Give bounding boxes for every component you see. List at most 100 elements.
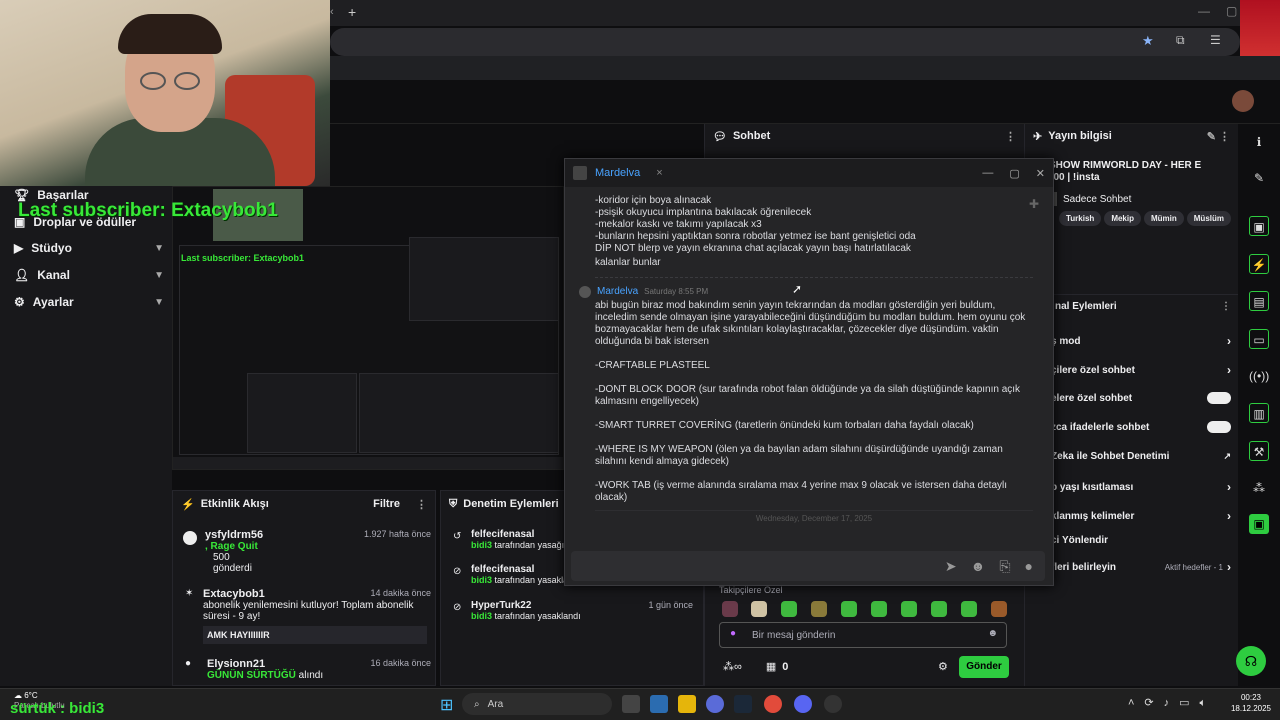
message-line: DİP NOT blerp ve yayın ekranına chat açı…	[595, 243, 911, 254]
stream-preview[interactable]: Last subscriber: Extacybob1	[172, 186, 564, 470]
help-headset-icon[interactable]: ☊	[1236, 646, 1266, 676]
attachment-icon[interactable]: ⎘	[999, 558, 1010, 575]
undo-icon: ↺	[453, 531, 462, 542]
window-restore-icon[interactable]: ▢	[1226, 4, 1237, 18]
chrome-icon[interactable]	[764, 695, 782, 713]
nav-studio[interactable]: ▶ Stüdyo ▼	[14, 237, 164, 259]
address-bar[interactable]: ★ ⧉ ☰	[330, 28, 1240, 56]
more-options-icon[interactable]: ⋮	[1221, 301, 1231, 312]
emoji-icon[interactable]: ☻	[987, 628, 998, 639]
points-icon[interactable]: ⁂∞	[723, 660, 742, 673]
channel-action-row[interactable]: fleri belirleyin Aktif hedefler - 1 ›	[1051, 560, 1231, 574]
window-minimize-icon[interactable]: —	[982, 167, 993, 179]
window-maximize-icon[interactable]: ▢	[1009, 167, 1019, 180]
list-item[interactable]: Elysionn21 16 dakika önce GÜNÜN SÜRTÜĞÜ a…	[181, 658, 431, 681]
list-item[interactable]: Extacybob1 14 dakika önce abonelik yenile…	[181, 588, 431, 644]
table-row[interactable]: HyperTurk22 1 gün önce bidi3 tarafından y…	[453, 600, 693, 621]
filter-button[interactable]: Filtre	[373, 498, 400, 510]
nav-channel[interactable]: 👤︎ Kanal ▼	[14, 264, 164, 286]
obs-icon[interactable]	[824, 695, 842, 713]
file-explorer-icon[interactable]	[678, 695, 696, 713]
clip-icon[interactable]: ▣	[1249, 216, 1269, 236]
channel-action-row[interactable]: elere özel sohbet	[1051, 392, 1231, 404]
channel-action-row[interactable]: klanmış kelimeler ›	[1051, 509, 1231, 523]
last-subscriber-overlay: Last subscriber: Extacybob1	[18, 200, 278, 221]
points-icon[interactable]: ⁂	[1249, 478, 1269, 498]
message-line: -koridor için boya alınacak	[595, 195, 712, 206]
chat-settings-icon[interactable]: ⚙	[938, 660, 948, 673]
chat-window-input[interactable]: ➤ ☻ ⎘ ●	[571, 551, 1045, 581]
window-minimize-icon[interactable]: —	[1198, 4, 1210, 18]
document-icon[interactable]: ▤	[1249, 291, 1269, 311]
chat-bubble-icon[interactable]: ▭	[1249, 329, 1269, 349]
broadcast-icon[interactable]: ((•))	[1249, 366, 1269, 386]
channel-action-row[interactable]: çilere özel sohbet ›	[1051, 363, 1231, 377]
info-icon[interactable]: ℹ	[1249, 132, 1269, 152]
emote-slot[interactable]	[751, 601, 767, 617]
extension-icon[interactable]: ▣	[1249, 514, 1269, 534]
list-item[interactable]: ysfyldrm56 1.927 hafta önce , Rage Quit 5…	[181, 529, 431, 574]
preview-subscriber-text: Last subscriber: Extacybob1	[181, 253, 305, 263]
emote-slot[interactable]	[991, 601, 1007, 617]
send-button[interactable]: Gönder	[959, 656, 1009, 678]
task-view-icon[interactable]	[622, 695, 640, 713]
emote-slot[interactable]	[901, 601, 917, 617]
channel-action-row[interactable]: ci Yönlendir	[1051, 535, 1231, 546]
tag-chip[interactable]: Müslüm	[1186, 211, 1231, 226]
stream-category[interactable]: Sadece Sohbet	[1047, 192, 1227, 206]
close-tab-icon[interactable]: ×	[656, 167, 662, 179]
channel-action-row[interactable]: zca ifadelerle sohbet	[1051, 421, 1231, 433]
system-tray-icons[interactable]: ˄⟳♪▭🔈︎	[1128, 696, 1216, 710]
star-icon: ✶	[185, 588, 194, 599]
taskbar-search[interactable]: ⌕ Ara	[462, 693, 612, 715]
extensions-icon[interactable]: ⧉	[1176, 33, 1185, 48]
tab-close-icon[interactable]: ‹	[330, 6, 334, 18]
channel-action-row[interactable]: ş mod ›	[1051, 334, 1231, 348]
nav-settings[interactable]: ⚙ Ayarlar ▼	[14, 291, 164, 313]
emoji-icon[interactable]: ☻	[971, 558, 986, 574]
preview-taskbar	[173, 457, 563, 469]
edit-icon[interactable]: ✎ ⋮	[1207, 130, 1230, 143]
more-options-icon[interactable]: ⋮	[1005, 130, 1016, 143]
emote-only-toggle[interactable]	[1207, 421, 1231, 433]
steam-icon[interactable]	[734, 695, 752, 713]
emote-slot[interactable]	[781, 601, 797, 617]
send-icon[interactable]: ➤	[945, 558, 957, 575]
emote-slot[interactable]	[841, 601, 857, 617]
app-icon[interactable]	[706, 695, 724, 713]
channel-action-row[interactable]: Zeka ile Sohbet Denetimi ↗	[1051, 451, 1231, 462]
tag-chip[interactable]: Mümin	[1143, 211, 1184, 226]
gift-icon[interactable]: ▦	[766, 660, 776, 673]
chat-message-input[interactable]: ● Bir mesaj gönderin ☻	[719, 622, 1007, 648]
add-reaction-icon[interactable]: ✚	[1029, 197, 1039, 211]
taskbar-clock[interactable]: 00:23 18.12.2025	[1226, 692, 1276, 714]
emote-slot[interactable]	[722, 601, 738, 617]
channel-action-row[interactable]: p yaşı kısıtlaması ›	[1051, 480, 1231, 494]
emote-slot[interactable]	[961, 601, 977, 617]
ban-icon: ⊘	[453, 566, 462, 577]
avatar[interactable]	[1232, 90, 1254, 112]
media-icon[interactable]: ☰	[1210, 33, 1221, 47]
moderation-title: Denetim Eylemleri	[463, 498, 559, 510]
discord-icon[interactable]	[794, 695, 812, 713]
layout-icon[interactable]: ▥	[1249, 403, 1269, 423]
subscribers-only-toggle[interactable]	[1207, 392, 1231, 404]
widgets-icon[interactable]	[650, 695, 668, 713]
emote-slot[interactable]	[871, 601, 887, 617]
microphone-icon[interactable]: ●	[730, 628, 736, 639]
lightning-icon[interactable]: ⚡	[1249, 254, 1269, 274]
message-author[interactable]: Mardelva	[597, 286, 638, 298]
pencil-icon[interactable]: ✎	[1249, 168, 1269, 188]
emote-slot[interactable]	[931, 601, 947, 617]
more-options-icon[interactable]: ⋮	[416, 498, 427, 511]
tag-chip[interactable]: Mekip	[1104, 211, 1141, 226]
tag-chip[interactable]: Turkish	[1059, 211, 1102, 226]
message-line: -bunların hepsini yaptıktan sonra robotl…	[595, 231, 916, 242]
windows-start-icon[interactable]: ⊞	[440, 695, 453, 715]
window-close-icon[interactable]: ✕	[1036, 167, 1045, 180]
new-tab-icon[interactable]: +	[348, 4, 356, 20]
emote-slot[interactable]	[811, 601, 827, 617]
wrench-icon[interactable]: ⚒	[1249, 441, 1269, 461]
microphone-icon[interactable]: ●	[1025, 558, 1033, 574]
bookmark-star-icon[interactable]: ★	[1142, 33, 1154, 49]
